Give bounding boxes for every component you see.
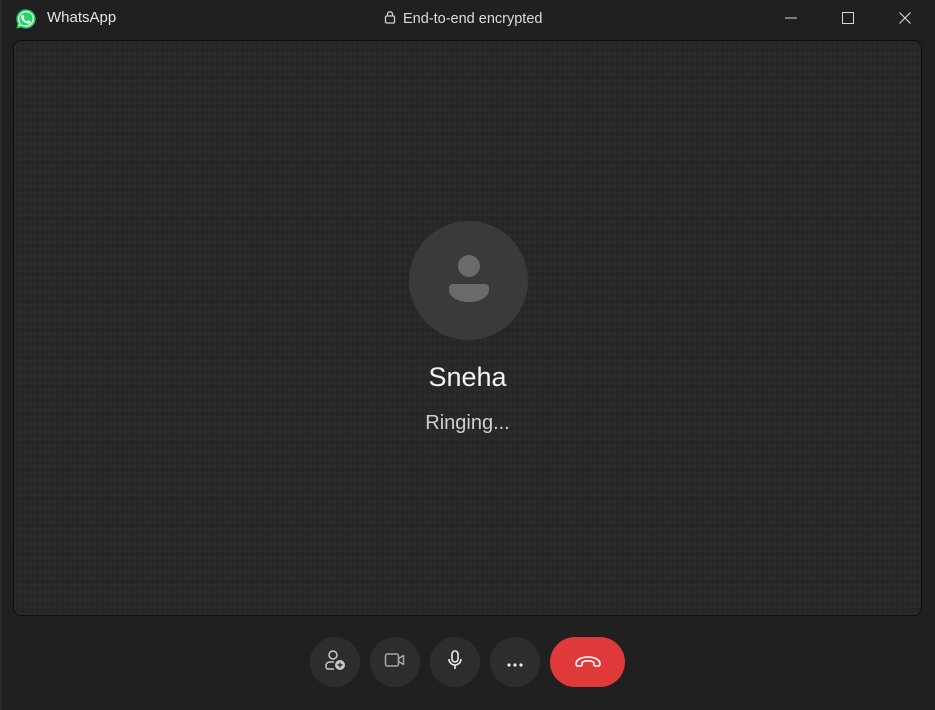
maximize-button[interactable] [825, 0, 871, 36]
person-icon [447, 254, 491, 308]
video-camera-icon [383, 648, 407, 676]
contact-name: Sneha [428, 362, 507, 392]
minimize-icon [785, 9, 797, 28]
whatsapp-logo-icon [15, 8, 37, 30]
close-icon [899, 9, 911, 28]
lock-icon [384, 10, 396, 28]
encryption-indicator: End-to-end encrypted [384, 10, 542, 28]
close-button[interactable] [882, 0, 928, 36]
more-options-button[interactable] [490, 637, 540, 687]
call-controls [0, 637, 935, 689]
call-status: Ringing... [425, 412, 510, 434]
microphone-icon [443, 648, 467, 676]
minimize-button[interactable] [768, 0, 814, 36]
person-add-icon [323, 648, 347, 676]
add-participant-button[interactable] [310, 637, 360, 687]
microphone-button[interactable] [430, 637, 480, 687]
window-edge [0, 0, 2, 710]
end-call-button[interactable] [550, 637, 625, 687]
video-button[interactable] [370, 637, 420, 687]
phone-hangup-icon [573, 653, 603, 672]
maximize-icon [842, 9, 854, 28]
title-bar: WhatsApp End-to-end encrypted [0, 0, 935, 38]
contact-avatar [409, 221, 528, 340]
app-title: WhatsApp [47, 9, 117, 26]
encryption-label: End-to-end encrypted [403, 11, 543, 27]
more-horizontal-icon [505, 653, 525, 672]
